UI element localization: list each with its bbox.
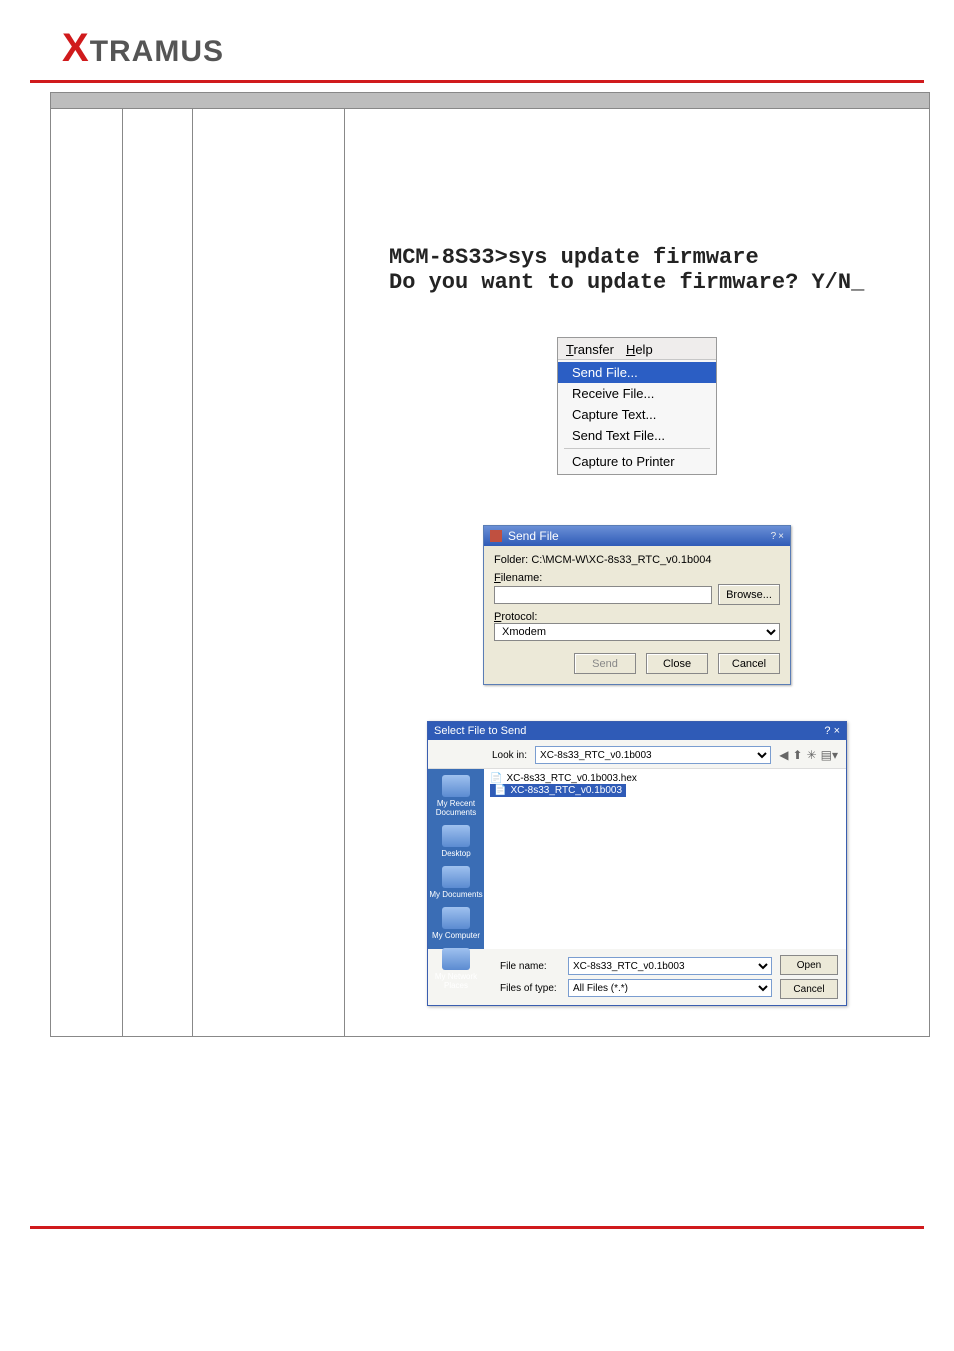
filename-input[interactable]	[494, 586, 712, 604]
file-dialog-title: Select File to Send	[434, 725, 526, 737]
menu-dropdown: Send File... Receive File... Capture Tex…	[558, 359, 716, 474]
send-file-dialog: Send File ? × Folder: C:\MCM-W\XC-8s33_R…	[483, 525, 791, 685]
file-dialog-sidebar: My Recent Documents Desktop My Documents…	[428, 769, 484, 949]
terminal-output: MCM-8S33>sys update firmware Do you want…	[389, 245, 915, 295]
dialog-icon	[490, 530, 502, 542]
lookin-select[interactable]: XC-8s33_RTC_v0.1b003	[535, 746, 771, 764]
protocol-select[interactable]: Xmodem	[494, 623, 780, 641]
sidebar-recent[interactable]: My Recent Documents	[428, 775, 484, 817]
table-header	[51, 93, 929, 109]
sidebar-mydocuments[interactable]: My Documents	[429, 866, 482, 899]
back-icon[interactable]: ◀	[779, 748, 788, 762]
folder-value: C:\MCM-W\XC-8s33_RTC_v0.1b004	[531, 554, 711, 566]
open-button[interactable]: Open	[780, 955, 838, 975]
dialog-title-text: Send File	[508, 529, 559, 543]
sidebar-desktop[interactable]: Desktop	[441, 825, 470, 858]
file-select-dialog: Select File to Send ? × Look in: XC-8s33…	[427, 721, 847, 1006]
cancel-button[interactable]: Cancel	[780, 979, 838, 999]
send-button[interactable]: Send	[574, 653, 636, 674]
sidebar-mycomputer[interactable]: My Computer	[432, 907, 480, 940]
filetype-combo[interactable]: All Files (*.*)	[568, 979, 772, 997]
filename-row: Filename: Browse...	[494, 572, 780, 605]
content-table: MCM-8S33>sys update firmware Do you want…	[50, 92, 930, 1037]
table-row: MCM-8S33>sys update firmware Do you want…	[51, 109, 929, 1036]
filename-label: File name:	[500, 961, 560, 972]
logo-rest: TRAMUS	[90, 35, 224, 69]
divider-top	[30, 80, 924, 83]
menu-help[interactable]: Help	[626, 342, 653, 357]
file-dialog-toolbar: Look in: XC-8s33_RTC_v0.1b003 ◀ ⬆ ✳ ▤▾	[428, 740, 846, 769]
menu-item-capture-to-printer[interactable]: Capture to Printer	[558, 451, 716, 472]
xtramus-logo: X TRAMUS	[62, 26, 224, 71]
help-icon[interactable]: ?	[771, 531, 777, 542]
logo-letter-x: X	[62, 26, 90, 71]
menu-item-send-file[interactable]: Send File...	[558, 362, 716, 383]
file-dialog-titlebar: Select File to Send ? ×	[428, 722, 846, 740]
table-cell-1	[51, 109, 123, 1036]
up-icon[interactable]: ⬆	[793, 748, 803, 762]
cancel-button[interactable]: Cancel	[718, 653, 780, 674]
new-folder-icon[interactable]: ✳	[807, 748, 817, 762]
dialog-buttons: Send Close Cancel	[494, 653, 780, 674]
menu-bar: Transfer Help	[558, 338, 716, 359]
menu-transfer[interactable]: Transfer	[566, 342, 614, 357]
help-icon[interactable]: ?	[824, 725, 830, 737]
menu-item-receive-file[interactable]: Receive File...	[558, 383, 716, 404]
file-list: 📄 XC-8s33_RTC_v0.1b003.hex 📄 XC-8s33_RTC…	[484, 769, 846, 949]
table-cell-3	[193, 109, 345, 1036]
protocol-row: Protocol: Xmodem	[494, 611, 780, 641]
menu-item-send-text-file[interactable]: Send Text File...	[558, 425, 716, 446]
dialog-body: Folder: C:\MCM-W\XC-8s33_RTC_v0.1b004 Fi…	[484, 546, 790, 684]
list-item[interactable]: 📄 XC-8s33_RTC_v0.1b003.hex	[490, 773, 840, 784]
table-cell-main: MCM-8S33>sys update firmware Do you want…	[345, 109, 929, 1036]
dialog-titlebar: Send File ? ×	[484, 526, 790, 546]
close-button[interactable]: Close	[646, 653, 708, 674]
menu-separator	[564, 448, 710, 449]
views-icon[interactable]: ▤▾	[821, 748, 838, 762]
list-item-selected[interactable]: 📄 XC-8s33_RTC_v0.1b003	[490, 784, 626, 797]
transfer-menu-mock: Transfer Help Send File... Receive File.…	[557, 337, 717, 475]
lookin-label: Look in:	[492, 750, 527, 761]
browse-button[interactable]: Browse...	[718, 584, 780, 605]
sidebar-mynetwork[interactable]: My Network Places	[428, 948, 484, 990]
filetype-label: Files of type:	[500, 983, 560, 994]
divider-bottom	[30, 1226, 924, 1229]
file-dialog-body: My Recent Documents Desktop My Documents…	[428, 769, 846, 949]
filename-combo[interactable]: XC-8s33_RTC_v0.1b003	[568, 957, 772, 975]
close-icon[interactable]: ×	[834, 725, 840, 737]
menu-item-capture-text[interactable]: Capture Text...	[558, 404, 716, 425]
file-dialog-bottom: File name: XC-8s33_RTC_v0.1b003 Files of…	[428, 949, 846, 1005]
close-icon[interactable]: ×	[778, 531, 784, 542]
folder-label: Folder:	[494, 554, 528, 566]
folder-row: Folder: C:\MCM-W\XC-8s33_RTC_v0.1b004	[494, 554, 780, 566]
table-cell-2	[123, 109, 193, 1036]
